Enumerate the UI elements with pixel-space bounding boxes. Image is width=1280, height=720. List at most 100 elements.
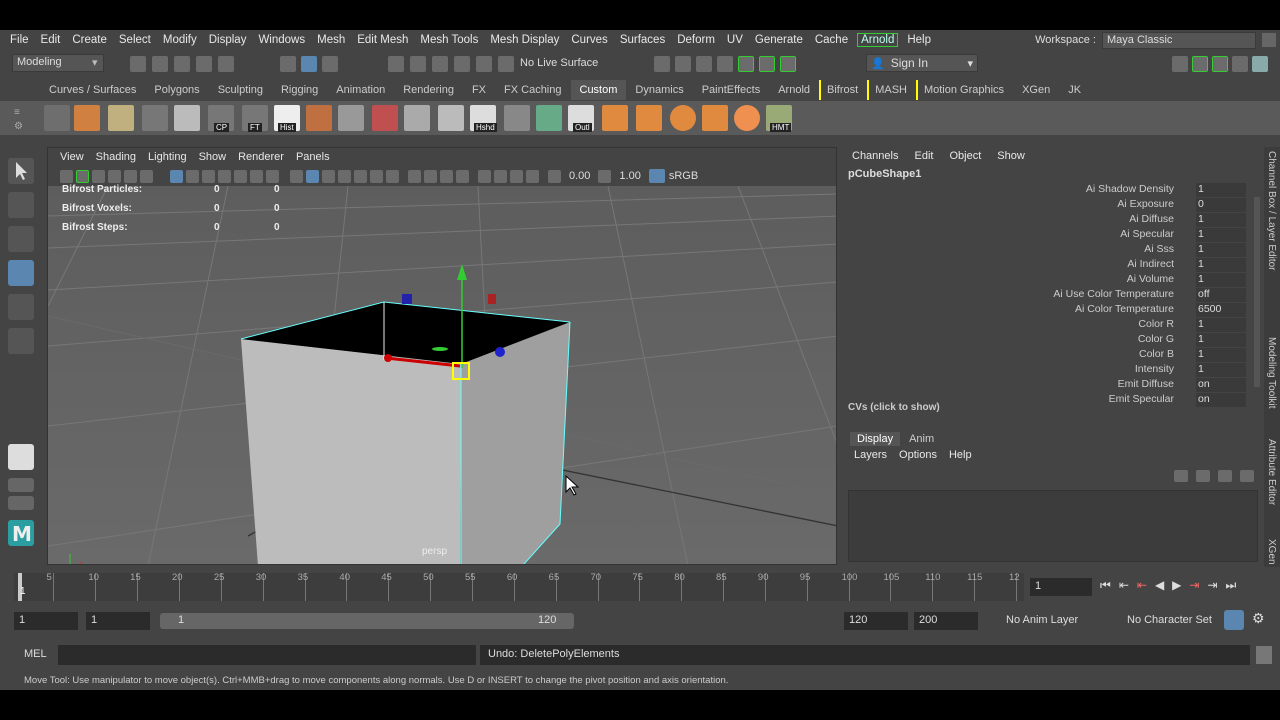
attribute-value[interactable]: 1 xyxy=(1196,348,1246,362)
layer-menu-options[interactable]: Options xyxy=(895,449,945,461)
attribute-row[interactable]: Ai Exposure 0 xyxy=(844,198,1254,213)
bridge-icon[interactable] xyxy=(404,105,430,131)
menu-curves[interactable]: Curves xyxy=(565,34,613,46)
menu-deform[interactable]: Deform xyxy=(671,34,721,46)
modeling-toolkit-icon[interactable] xyxy=(738,56,754,72)
attribute-name[interactable]: Color B xyxy=(1139,348,1174,360)
workspace-dropdown[interactable]: Maya Classic xyxy=(1102,31,1256,49)
attribute-name[interactable]: Emit Diffuse xyxy=(1118,378,1174,390)
shelf-tab-animation[interactable]: Animation xyxy=(327,80,394,100)
sign-in-dropdown[interactable]: 👤 Sign In ▾ xyxy=(866,54,978,72)
attribute-row[interactable]: Emit Diffuse on xyxy=(844,378,1254,393)
attribute-value[interactable]: 0 xyxy=(1196,198,1246,212)
move-tool-icon[interactable] xyxy=(8,260,34,286)
shelf-tab-fx[interactable]: FX xyxy=(463,80,495,100)
attribute-value[interactable]: 1 xyxy=(1196,318,1246,332)
live-surface-label[interactable]: No Live Surface xyxy=(520,57,598,69)
redo-icon[interactable] xyxy=(218,56,234,72)
sphere-small-icon[interactable] xyxy=(734,105,760,131)
attribute-row[interactable]: Ai Shadow Density 1 xyxy=(844,183,1254,198)
menuset-dropdown[interactable]: Modeling xyxy=(12,54,104,72)
toggle-toolkit-icon[interactable] xyxy=(1212,56,1228,72)
menu-edit[interactable]: Edit xyxy=(35,34,67,46)
shelf-tab-rigging[interactable]: Rigging xyxy=(272,80,327,100)
snap-curve-icon[interactable] xyxy=(410,56,426,72)
attribute-row[interactable]: Ai Volume 1 xyxy=(844,273,1254,288)
attribute-row[interactable]: Color G 1 xyxy=(844,333,1254,348)
go-to-start-icon[interactable]: ⏮ xyxy=(1100,578,1111,593)
grid-toggle-icon[interactable] xyxy=(170,169,183,183)
object-name[interactable]: pCubeShape1 xyxy=(848,168,921,180)
attribute-name[interactable]: Ai Sss xyxy=(1144,243,1174,255)
attribute-row[interactable]: Ai Use Color Temperature off xyxy=(844,288,1254,303)
move-xy-handle[interactable] xyxy=(432,347,448,351)
resolution-gate-icon[interactable] xyxy=(202,169,215,183)
uv-editor-icon[interactable] xyxy=(504,105,530,131)
play-forward-icon[interactable]: ▶ xyxy=(1172,578,1181,593)
cvs-toggle[interactable]: CVs (click to show) xyxy=(848,402,940,413)
anti-alias-icon[interactable] xyxy=(440,169,453,183)
attribute-value[interactable]: 1 xyxy=(1196,228,1246,242)
attribute-row[interactable]: Ai Diffuse 1 xyxy=(844,213,1254,228)
3d-scene[interactable]: Bifrost Particles: 0 0 Bifrost Voxels: 0… xyxy=(48,184,836,564)
attribute-row[interactable]: Ai Color Temperature 6500 xyxy=(844,303,1254,318)
attribute-value[interactable]: 1 xyxy=(1196,333,1246,347)
command-input[interactable] xyxy=(58,645,476,665)
smooth-cube-icon[interactable] xyxy=(602,105,628,131)
bounding-box-icon[interactable] xyxy=(142,105,168,131)
poly-cylinder-icon[interactable] xyxy=(74,105,100,131)
camera-attr-icon[interactable] xyxy=(76,169,89,183)
attribute-editor-icon[interactable] xyxy=(759,56,775,72)
ipr-render-icon[interactable] xyxy=(675,56,691,72)
menu-arnold[interactable]: Arnold xyxy=(857,33,899,47)
play-backward-icon[interactable]: ◀ xyxy=(1155,578,1164,593)
menu-create[interactable]: Create xyxy=(66,34,113,46)
step-back-frame-icon[interactable]: ⇤ xyxy=(1137,578,1147,593)
shelf-tab-polygons[interactable]: Polygons xyxy=(145,80,208,100)
attribute-value[interactable]: 1 xyxy=(1196,363,1246,377)
select-tool-icon[interactable] xyxy=(8,158,34,184)
step-forward-key-icon[interactable]: ⇥ xyxy=(1207,578,1217,593)
shelf-tab-dynamics[interactable]: Dynamics xyxy=(626,80,692,100)
select-hierarchy-icon[interactable] xyxy=(280,56,296,72)
current-frame-field[interactable]: 1 xyxy=(1030,578,1092,596)
attribute-value[interactable]: on xyxy=(1196,378,1246,392)
attribute-row[interactable]: Ai Indirect 1 xyxy=(844,258,1254,273)
rotate-tool-icon[interactable] xyxy=(8,294,34,320)
layer-menu-layers[interactable]: Layers xyxy=(850,449,895,461)
use-lights-icon[interactable] xyxy=(370,169,383,183)
attribute-name[interactable]: Color G xyxy=(1138,333,1174,345)
channel-box-scrollbar[interactable] xyxy=(1254,197,1260,387)
grid-icon[interactable] xyxy=(44,105,70,131)
single-view-icon[interactable] xyxy=(8,444,34,470)
anim-prefs-icon[interactable]: ⚙ xyxy=(1252,610,1270,630)
attribute-value[interactable]: 1 xyxy=(1196,258,1246,272)
attribute-name[interactable]: Ai Exposure xyxy=(1117,198,1174,210)
shelf-tab-xgen[interactable]: XGen xyxy=(1013,80,1059,100)
snap-grid-icon[interactable] xyxy=(388,56,404,72)
gamma-field[interactable]: 1.00 xyxy=(619,170,640,182)
attribute-name[interactable]: Ai Volume xyxy=(1127,273,1174,285)
snap-live-icon[interactable] xyxy=(498,56,514,72)
gamma-icon[interactable] xyxy=(598,169,612,183)
node-editor-icon[interactable] xyxy=(536,105,562,131)
snap-surface-icon[interactable] xyxy=(476,56,492,72)
layer-tab-display[interactable]: Display xyxy=(850,432,901,446)
menu-cache[interactable]: Cache xyxy=(809,34,854,46)
attribute-row[interactable]: Color B 1 xyxy=(844,348,1254,363)
film-gate-icon[interactable] xyxy=(186,169,199,183)
menu-surfaces[interactable]: Surfaces xyxy=(614,34,671,46)
viewport-panel[interactable]: View Shading Lighting Show Renderer Panels xyxy=(47,147,837,565)
layer-tab-anim[interactable]: Anim xyxy=(902,432,941,446)
textured-icon[interactable] xyxy=(354,169,367,183)
color-management-icon[interactable] xyxy=(648,169,665,183)
attribute-name[interactable]: Ai Diffuse xyxy=(1129,213,1174,225)
wireframe-on-shaded-icon[interactable] xyxy=(338,169,351,183)
shelf-tab-jk[interactable]: JK xyxy=(1059,80,1090,100)
attribute-name[interactable]: Ai Use Color Temperature xyxy=(1053,288,1174,300)
bevel-icon[interactable] xyxy=(338,105,364,131)
ambient-occlusion-icon[interactable] xyxy=(408,169,421,183)
isolate-select-icon[interactable] xyxy=(478,169,491,183)
exposure-icon[interactable] xyxy=(548,169,561,183)
attribute-name[interactable]: Color R xyxy=(1138,318,1174,330)
